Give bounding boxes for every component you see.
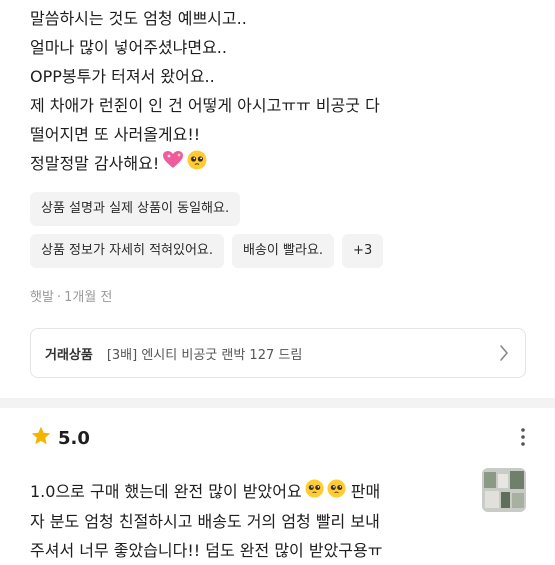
pleading-face-icon: [305, 478, 324, 507]
meta-separator: ·: [56, 290, 62, 305]
pleading-face-icon: [187, 150, 207, 179]
product-name: [3배] 엔시티 비공굿 랜박 127 드림: [106, 347, 303, 363]
sparkling-heart-icon: [162, 150, 184, 179]
review-line-last: 정말정말 감사해요!: [30, 149, 530, 179]
rating-value: 5.0: [58, 427, 90, 449]
tag-chip: 상품 설명과 실제 상품이 동일해요.: [30, 192, 241, 226]
pleading-face-icon: [327, 478, 346, 507]
review-time: 1개월 전: [64, 290, 113, 305]
more-tags-button[interactable]: +3: [342, 234, 384, 268]
tag-chip: 배송이 빨라요.: [232, 234, 335, 268]
author-name: 햇발: [30, 290, 54, 305]
review-line: 말씀하시는 것도 엄청 예쁘시고..: [30, 9, 247, 28]
star-icon: [30, 425, 52, 451]
review-line: OPP봉투가 터져서 왔어요..: [30, 67, 215, 86]
review-text: 1.0으로 구매 했는데 완전 많이 받았어요 판매 자 분도 엄청 친절하시고…: [30, 477, 470, 565]
review-line: 얼마나 많이 넣어주셨냐면요..: [30, 38, 227, 57]
tag-chip: 상품 정보가 자세히 적혀있어요.: [30, 234, 225, 268]
traded-product-card[interactable]: 거래상품 [3배] 엔시티 비공굿 랜박 127 드림: [30, 328, 526, 378]
review-line: 자 분도 엄청 친절하시고 배송도 거의 엄청 빨리 보내: [30, 512, 380, 531]
review-line-text: 1.0으로 구매 했는데 완전 많이 받았어요: [30, 482, 302, 501]
section-divider: [0, 398, 555, 408]
review-tags: 상품 설명과 실제 상품이 동일해요. 상품 정보가 자세히 적혀있어요. 배송…: [30, 192, 530, 276]
product-label: 거래상품: [45, 347, 93, 363]
review-meta: 햇발 · 1개월 전: [30, 286, 112, 305]
tag-row: 상품 설명과 실제 상품이 동일해요.: [30, 192, 530, 226]
tag-row: 상품 정보가 자세히 적혀있어요. 배송이 빨라요. +3: [30, 234, 530, 268]
review-line: 주셔서 너무 좋았습니다!! 덤도 완전 많이 받았구용ㅠ: [30, 541, 383, 560]
review-text: 말씀하시는 것도 엄청 예쁘시고.. 얼마나 많이 넣어주셨냐면요.. OPP봉…: [30, 4, 530, 179]
review-line: 1.0으로 구매 했는데 완전 많이 받았어요 판매: [30, 477, 470, 507]
review-line-text: 정말정말 감사해요!: [30, 154, 160, 173]
review-line-tail: 판매: [350, 482, 381, 501]
review-photo-thumbnail[interactable]: [482, 468, 526, 512]
chevron-right-icon: [499, 344, 509, 366]
rating-row: 5.0: [30, 425, 90, 451]
review-line: 떨어지면 또 사러올게요!!: [30, 125, 201, 144]
review-line: 제 차애가 런쥔이 인 건 어떻게 아시고ㅠㅠ 비공굿 다: [30, 96, 380, 115]
more-options-icon[interactable]: [521, 428, 525, 450]
